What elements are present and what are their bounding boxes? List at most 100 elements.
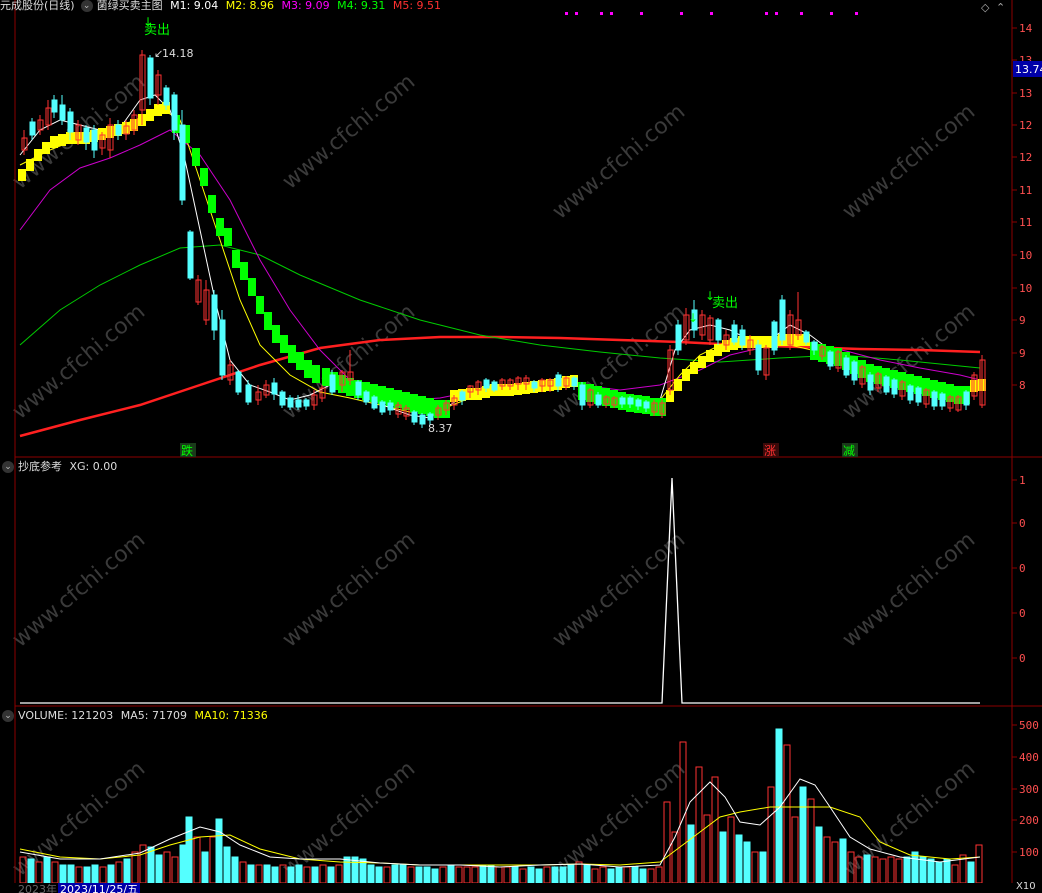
candle-down [411,411,418,423]
diamond-icon[interactable]: ◇ [981,1,990,14]
ma-label-m1: M1: 9.04 [170,0,219,12]
volume-bar-down [107,864,115,884]
volume-bar-up [75,866,83,884]
volume-bar-up [455,866,463,884]
candle-down [29,121,36,136]
volume-bar-up [99,866,107,884]
axis-tick-label: 12 [1019,151,1032,164]
candle-down [83,127,90,143]
signal-marker [775,12,778,15]
band-green-block [192,148,200,166]
sub-indicator-panel[interactable]: www.cfchi.com www.cfchi.com www.cfchi.com w… [0,458,1042,707]
volume-svg: www.cfchi.com www.cfchi.com www.cfchi.com w… [0,707,1042,893]
volume-bar-up [383,866,391,884]
ma-label-m2: M2: 8.96 [225,0,274,12]
volume-bar-down [943,858,951,884]
volume-bar-up [767,786,775,884]
dropdown-icon[interactable]: ⌄ [2,710,14,722]
candle-down [843,357,850,376]
ma-label-m3: M3: 9.09 [281,0,330,12]
volume-bar-down [615,866,623,884]
volume-header: ⌄ VOLUME: 121203 MA5: 71709 MA10: 71336 [0,707,272,725]
candle-down [179,124,186,201]
volume-bar-up [695,766,703,884]
candle-down [555,374,562,387]
candle-down [303,399,310,407]
volume-bar-up [807,798,815,884]
candle-down [579,384,586,406]
stock-title[interactable]: 元成股份(日线) [0,0,75,12]
volume-bar-down [179,844,187,884]
axis-tick-label: 10 [1019,282,1032,295]
volume-bar-down [567,864,575,884]
volume-bar-down [479,864,487,884]
candle-down [675,324,682,351]
volume-bar-up [503,866,511,884]
candle-down [571,377,578,387]
band-green-block [240,262,248,280]
volume-bar-down [155,854,163,884]
xg-line [20,477,980,704]
volume-value[interactable]: VOLUME: 121203 [18,709,113,722]
volume-bar-down [391,864,399,884]
indicator-name[interactable]: 菌绿买卖主图 [97,0,163,12]
volume-bar-down [935,861,943,884]
signal-marker [800,12,803,15]
volume-bar-down [967,861,975,884]
volume-bar-down [263,864,271,884]
candle-down [59,104,66,121]
band-green-block [418,396,426,414]
volume-bar-up [209,836,217,884]
volume-bar-down [487,864,495,884]
candle-down [643,401,650,409]
band-yellow-block [690,362,698,374]
candle-down [371,396,378,409]
candle-down [235,371,242,393]
axis-tick-label: 0 [1019,562,1026,575]
volume-bar-up [887,856,895,884]
volume-bar-down [759,851,767,884]
band-green-block [232,250,240,268]
axis-tick-label: 10 [1019,249,1032,262]
volume-bar-up [591,868,599,884]
volume-bar-down [223,846,231,884]
volume-bar-up [879,858,887,884]
volume-bar-up [895,858,903,884]
volume-bar-down [735,834,743,884]
vol-unit: X10 [1016,881,1036,892]
volume-bar-down [815,826,823,884]
sub-indicator-name[interactable]: 抄底参考 [18,460,62,473]
dropdown-icon[interactable]: ⌄ [2,461,14,473]
candle-down [827,351,834,367]
dropdown-icon[interactable]: ⌄ [80,0,93,12]
volume-bar-down [527,866,535,884]
volume-bar-down [535,868,543,884]
signal-zhang: 涨 [764,443,776,458]
volume-panel[interactable]: www.cfchi.com www.cfchi.com www.cfchi.com w… [0,707,1042,893]
band-green-block [322,368,330,386]
volume-bar-down [911,851,919,884]
candle-down [211,294,218,331]
ma-label-m5: M5: 9.51 [392,0,442,12]
volume-bar-up [319,864,327,884]
sell-arrow-2: ↓ [705,289,715,303]
volume-bar-down [343,856,351,884]
candle-down [279,391,286,406]
watermark-text: www.cfchi.com [8,299,150,424]
band-green-block [272,325,280,343]
vol-ma10: MA10: 71336 [194,709,268,722]
date-bar [0,883,1042,893]
volume-bar-down [295,864,303,884]
volume-bar-down [247,864,255,884]
signal-marker [610,12,613,15]
candle-down [219,319,226,376]
main-chart-svg: www.cfchi.com www.cfchi.com www.cfchi.com w… [8,0,1042,458]
band-yellow-block [18,169,26,181]
chevron-up-icon[interactable]: ⌃ [996,1,1005,14]
band-yellow-block [698,356,706,368]
ma-line-m1 [19,94,981,419]
axis-tick-label: 200 [1019,814,1039,827]
axis-tick-label: 500 [1019,719,1039,732]
main-chart-panel[interactable]: www.cfchi.com www.cfchi.com www.cfchi.com w… [0,0,1042,458]
band-green-block [312,365,320,383]
